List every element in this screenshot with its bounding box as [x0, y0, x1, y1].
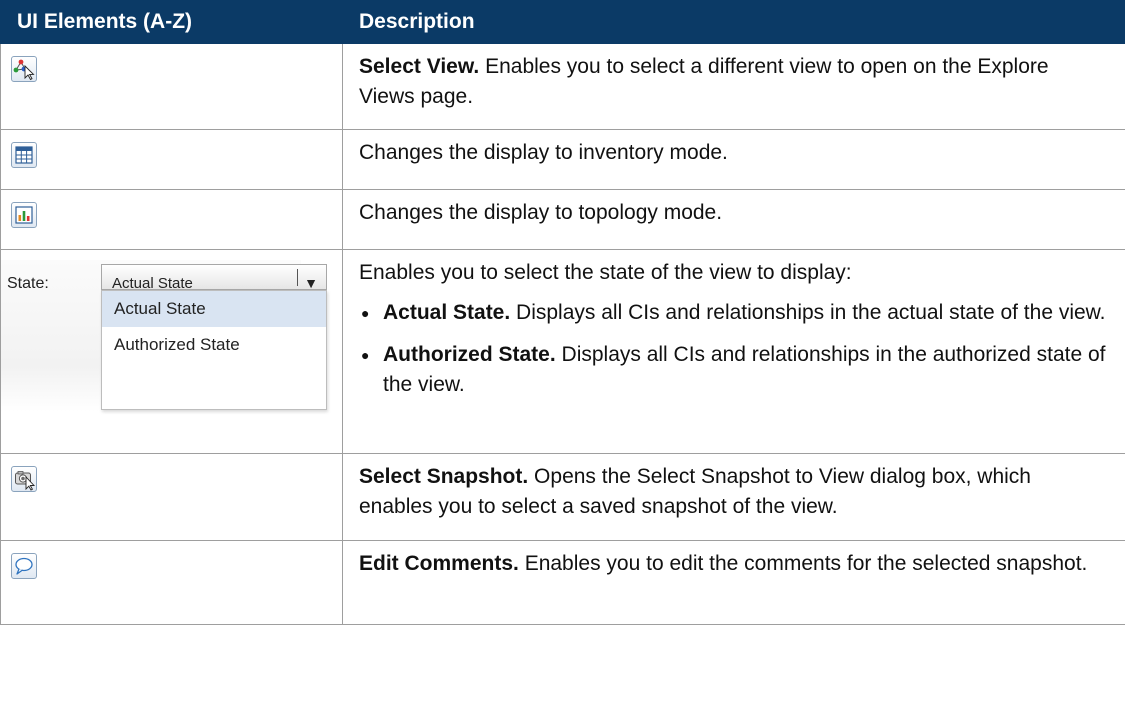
select-view-icon[interactable] — [11, 56, 37, 82]
description-cell: Changes the display to topology mode. — [342, 189, 1125, 250]
list-item: Authorized State. Displays all CIs and r… — [359, 340, 1109, 400]
table-row: Select Snapshot. Opens the Select Snapsh… — [0, 453, 1125, 541]
edit-comments-icon[interactable] — [11, 553, 37, 579]
description-text: Enables you to select the state of the v… — [359, 261, 852, 284]
element-cell — [0, 453, 343, 541]
topology-mode-icon[interactable] — [11, 202, 37, 228]
state-option-authorized[interactable]: Authorized State — [102, 327, 326, 363]
term-label: Authorized State. — [383, 343, 556, 366]
state-dropdown-list: Actual State Authorized State — [101, 290, 327, 410]
list-item: Actual State. Displays all CIs and relat… — [359, 298, 1109, 328]
table-row: Edit Comments. Enables you to edit the c… — [0, 540, 1125, 625]
term-label: Edit Comments. — [359, 552, 519, 575]
element-cell — [0, 129, 343, 190]
description-text: Changes the display to topology mode. — [359, 201, 723, 224]
element-cell — [0, 43, 343, 130]
table-row: Select View. Enables you to select a dif… — [0, 43, 1125, 130]
table-header-row: UI Elements (A-Z) Description — [0, 0, 1125, 44]
state-widget: State: Actual State ▼ Actual State Autho… — [1, 260, 327, 412]
description-text: Enables you to edit the comments for the… — [518, 552, 1088, 575]
description-text: Changes the display to inventory mode. — [359, 141, 728, 164]
element-cell — [0, 540, 343, 625]
element-cell — [0, 189, 343, 250]
state-label: State: — [7, 275, 49, 292]
dropdown-separator — [297, 269, 298, 286]
column-header-ui-elements: UI Elements (A-Z) — [0, 0, 343, 44]
bullet-list: Actual State. Displays all CIs and relat… — [359, 298, 1109, 400]
description-cell: Select View. Enables you to select a dif… — [342, 43, 1125, 130]
element-cell: State: Actual State ▼ Actual State Autho… — [0, 249, 343, 454]
inventory-mode-icon[interactable] — [11, 142, 37, 168]
select-snapshot-icon[interactable] — [11, 466, 37, 492]
bullet-text: Displays all CIs and relationships in th… — [510, 301, 1106, 324]
table-row: Changes the display to topology mode. — [0, 189, 1125, 250]
description-cell: Select Snapshot. Opens the Select Snapsh… — [342, 453, 1125, 541]
table-row: State: Actual State ▼ Actual State Autho… — [0, 249, 1125, 454]
table-row: Changes the display to inventory mode. — [0, 129, 1125, 190]
state-dropdown[interactable]: Actual State ▼ — [101, 264, 327, 292]
description-cell: Enables you to select the state of the v… — [342, 249, 1125, 454]
description-cell: Edit Comments. Enables you to edit the c… — [342, 540, 1125, 625]
column-header-description: Description — [342, 0, 1125, 44]
term-label: Actual State. — [383, 301, 511, 324]
description-cell: Changes the display to inventory mode. — [342, 129, 1125, 190]
term-label: Select Snapshot. — [359, 465, 529, 488]
term-label: Select View. — [359, 55, 480, 78]
state-option-actual[interactable]: Actual State — [102, 291, 326, 327]
ui-elements-table: UI Elements (A-Z) Description Select Vie… — [0, 0, 1125, 625]
